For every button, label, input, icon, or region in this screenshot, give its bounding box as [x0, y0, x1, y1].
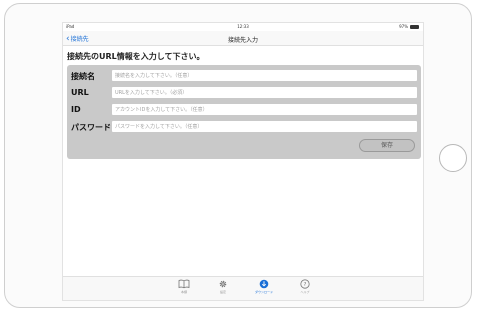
download-icon	[259, 279, 269, 289]
battery-level	[411, 25, 418, 28]
form-row-url: URL	[67, 86, 421, 99]
tab-help[interactable]: ? ヘルプ	[290, 279, 320, 294]
tab-bar: 本棚 設定 ダウンロード ? ヘルプ	[63, 276, 423, 300]
form-row-password: パスワード	[67, 120, 421, 133]
field-label-id: ID	[71, 105, 81, 114]
instruction-text: 接続先のURL情報を入力して下さい。	[67, 52, 205, 61]
connection-name-input[interactable]	[112, 70, 417, 81]
status-bar: iPad 12:33 97%	[63, 23, 423, 31]
gear-icon	[219, 280, 227, 288]
form-row-name: 接続名	[67, 69, 421, 82]
account-id-input[interactable]	[112, 104, 417, 115]
tab-label: ダウンロード	[254, 290, 273, 294]
tab-label: ヘルプ	[300, 290, 310, 294]
page-title: 接続先入力	[227, 37, 258, 44]
password-input[interactable]	[112, 121, 417, 132]
tab-label: 本棚	[180, 290, 187, 294]
battery-percent: 97%	[399, 24, 408, 29]
field-label-name: 接続名	[71, 72, 95, 81]
tab-settings[interactable]: 設定	[208, 279, 238, 294]
status-time: 12:33	[237, 24, 249, 29]
tab-bookshelf[interactable]: 本棚	[169, 279, 199, 294]
connection-form: 接続名 URL ID パスワード 保存	[67, 65, 421, 159]
help-icon: ?	[300, 279, 310, 289]
form-row-id: ID	[67, 103, 421, 116]
book-icon	[178, 279, 190, 289]
app-screen: iPad 12:33 97% ‹ 接続先 接続先入力 接続先のURL情報を入力し…	[62, 22, 424, 301]
status-right: 97%	[399, 24, 419, 29]
navigation-bar: ‹ 接続先 接続先入力	[63, 31, 423, 46]
battery-icon	[410, 24, 419, 29]
tab-download[interactable]: ダウンロード	[249, 279, 279, 294]
tab-label: 設定	[219, 290, 226, 294]
field-label-url: URL	[71, 88, 89, 97]
svg-text:?: ?	[304, 282, 307, 288]
ipad-frame: iPad 12:33 97% ‹ 接続先 接続先入力 接続先のURL情報を入力し…	[4, 3, 472, 308]
field-label-password: パスワード	[71, 123, 111, 132]
home-button[interactable]	[439, 144, 467, 172]
save-button[interactable]: 保存	[359, 139, 415, 152]
url-input[interactable]	[112, 87, 417, 98]
